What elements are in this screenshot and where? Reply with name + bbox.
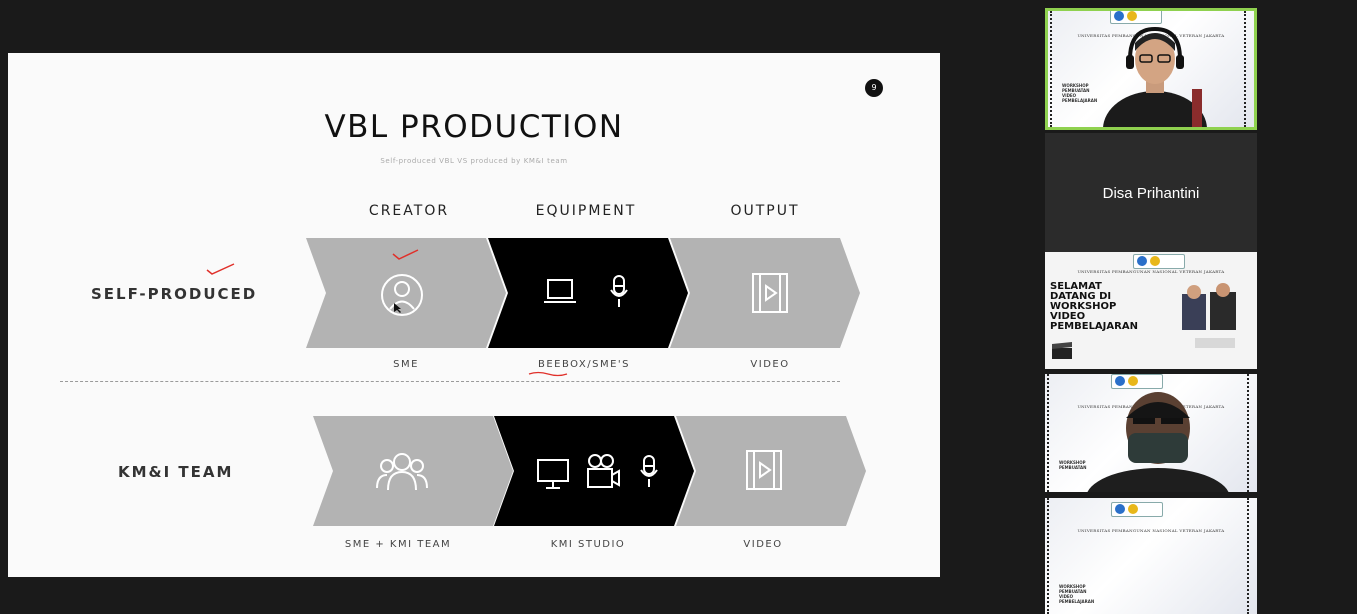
caption-sme: SME [393,359,419,370]
annotation-underline [528,371,568,377]
participant-avatar [1087,392,1229,492]
university-name: UNIVERSITAS PEMBANGUNAN NASIONAL VETERAN… [1077,528,1225,533]
participants-panel: UNIVERSITAS PEMBANGUNAN NASIONAL VETERAN… [1045,8,1257,614]
clapperboard-icon [1052,342,1072,359]
process-chevrons [306,238,866,526]
filmstrip-decoration [1244,11,1252,127]
university-name: UNIVERSITAS PEMBANGUNAN NASIONAL VETERAN… [1077,269,1225,274]
participant-name: Disa Prihantini [1102,185,1200,202]
person-icon [381,274,423,316]
filmstrip-decoration [1050,11,1058,127]
participant-video-tile[interactable]: UNIVERSITAS PEMBANGUNAN NASIONAL VETERAN… [1045,374,1257,492]
team-icon [376,453,428,491]
microphone-icon [640,455,658,487]
participant-video-tile[interactable]: UNIVERSITAS PEMBANGUNAN NASIONAL VETERAN… [1045,8,1257,130]
mouse-cursor-icon [394,303,401,313]
row-divider [60,381,840,382]
filmstrip-decoration [1247,374,1255,492]
monitor-icon [537,459,569,489]
participant-video-tile[interactable]: UNIVERSITAS PEMBANGUNAN NASIONAL VETERAN… [1045,252,1257,369]
event-details [1195,338,1235,348]
caption-sme-kmi-team: SME + KMI TEAM [344,539,452,550]
workshop-tag: WORKSHOP PEMBUATAN VIDEO PEMBELAJARAN [1062,83,1098,103]
caption-video: VIDEO [750,359,790,370]
caption-beebox: BEEBOX/SME'S [537,359,631,370]
filmstrip-decoration [1047,374,1055,492]
filmstrip-decoration [1047,498,1055,614]
participant-video-tile[interactable]: UNIVERSITAS PEMBANGUNAN NASIONAL VETERAN… [1045,498,1257,614]
annotation-check-mark [206,263,235,275]
caption-kmi-studio: KMI STUDIO [550,539,626,550]
laptop-icon [544,279,576,303]
welcome-banner-text: SELAMAT DATANG DI WORKSHOP VIDEO PEMBELA… [1050,281,1138,332]
annotation-check-mark [392,249,419,260]
chevron-equipment-self [488,238,688,348]
video-camera-icon [587,454,620,488]
university-logo [1133,254,1185,269]
participant-name-tile[interactable]: Disa Prihantini [1045,133,1257,253]
video-film-icon [752,273,788,313]
university-logo [1111,374,1163,389]
workshop-tag: WORKSHOP PEMBUATAN VIDEO PEMBELAJARAN [1059,584,1095,604]
microphone-icon [610,275,628,307]
presentation-slide: 9 VBL PRODUCTION Self-produced VBL VS pr… [8,53,940,577]
speaker-photos [1182,283,1236,330]
participant-avatar [1103,26,1207,127]
video-film-icon [746,450,782,490]
caption-video: VIDEO [743,539,783,550]
filmstrip-decoration [1247,498,1255,614]
university-logo [1111,502,1163,517]
